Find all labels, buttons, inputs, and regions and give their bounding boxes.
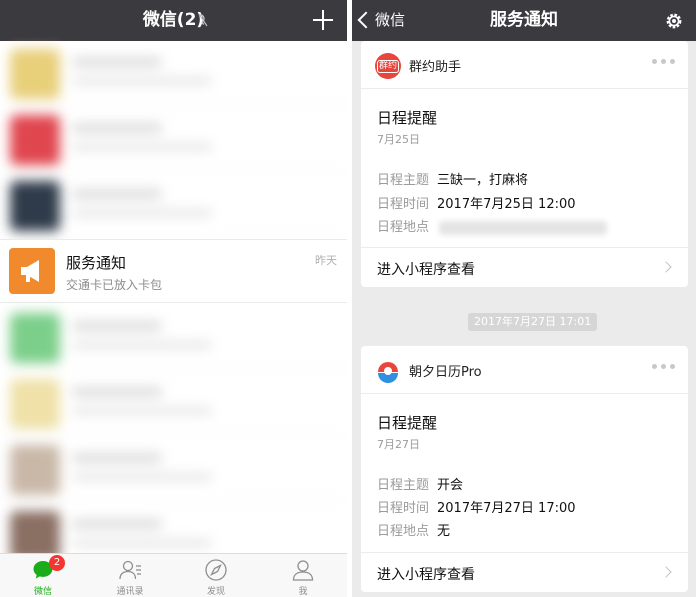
field-value: 2017年7月27日 17:00 [437, 501, 576, 516]
open-mini-program-button[interactable]: 进入小程序查看 [361, 552, 688, 592]
field-time: 日程时间 2017年7月27日 17:00 [377, 497, 576, 516]
chat-name [72, 321, 162, 331]
list-item[interactable] [0, 371, 347, 435]
notification-card: 朝夕日历Pro 日程提醒 7月27日 日程主题 开会 日程时间 2017年7月27日… [361, 346, 688, 592]
event-date: 7月25日 [377, 133, 420, 146]
app-name: 朝夕日历Pro [409, 365, 482, 380]
field-key: 日程地点 [377, 220, 430, 235]
notification-card: 群约 群约助手 日程提醒 7月25日 日程主题 三缺一，打麻将 日程时间 2017年… [361, 41, 688, 287]
app-name: 群约助手 [409, 60, 462, 75]
list-item[interactable] [0, 173, 347, 237]
top-nav-bar: 微信(2) [0, 0, 347, 41]
event-title: 日程提醒 [377, 414, 438, 432]
service-avatar [9, 248, 55, 294]
bottom-tab-bar: 2 微信 通讯录 发现 我 [0, 553, 347, 597]
card-header: 群约 群约助手 [361, 41, 688, 89]
field-subject: 日程主题 三缺一，打麻将 [377, 169, 528, 188]
tab-wechat[interactable]: 2 微信 [0, 554, 86, 597]
field-location: 日程地点无 [377, 520, 450, 539]
tab-label: 微信 [33, 587, 52, 597]
field-key: 日程时间 [377, 197, 430, 212]
event-date: 7月27日 [377, 438, 420, 451]
chat-name [72, 519, 162, 529]
field-key: 日程主题 [377, 478, 430, 493]
footer-label: 进入小程序查看 [377, 567, 475, 583]
app-logo-text: 群约 [376, 60, 399, 73]
field-location: 日程地点 [377, 216, 608, 235]
tab-label: 发现 [206, 587, 225, 597]
app-logo: 群约 [375, 53, 401, 79]
chat-list: 服务通知 交通卡已放入卡包 昨天 [0, 41, 347, 567]
field-value: 开会 [437, 478, 464, 493]
field-key: 日程时间 [377, 501, 430, 516]
chat-preview [72, 209, 212, 217]
tab-discover[interactable]: 发现 [173, 554, 259, 597]
gear-icon[interactable] [664, 11, 684, 31]
message-timestamp: 2017年7月27日 17:01 [468, 313, 598, 331]
more-icon[interactable] [652, 362, 676, 372]
chat-preview [72, 77, 212, 85]
app-logo [375, 358, 401, 384]
field-subject: 日程主题 开会 [377, 474, 463, 493]
footer-label: 进入小程序查看 [377, 262, 475, 278]
chat-preview [72, 143, 212, 151]
field-value: 三缺一，打麻将 [437, 173, 529, 188]
chat-name [72, 57, 162, 67]
service-notification-row[interactable]: 服务通知 交通卡已放入卡包 昨天 [0, 239, 347, 303]
profile-icon [292, 560, 314, 581]
chevron-right-icon [660, 566, 672, 578]
add-icon[interactable] [313, 10, 333, 30]
chat-name [72, 123, 162, 133]
contacts-icon [119, 560, 141, 580]
chat-preview [72, 473, 212, 481]
megaphone-icon [21, 260, 39, 282]
tab-me[interactable]: 我 [260, 554, 346, 597]
avatar [10, 445, 60, 495]
chat-name [72, 387, 162, 397]
wechat-chat-list-screen: 微信(2) 服务通知 交通卡已放入卡包 昨天 2 微信 通讯录 发现 我 [0, 0, 347, 597]
list-item[interactable] [0, 41, 347, 105]
event-title: 日程提醒 [377, 109, 438, 127]
chevron-right-icon [660, 261, 672, 273]
field-key: 日程主题 [377, 173, 430, 188]
service-time: 昨天 [315, 254, 337, 267]
chat-preview [72, 407, 212, 415]
page-title: 微信(2) [142, 10, 205, 30]
service-name: 服务通知 [66, 254, 127, 272]
top-nav-bar: 微信 服务通知 [352, 0, 696, 41]
chat-name [72, 453, 162, 463]
avatar [10, 379, 60, 429]
chat-preview [72, 341, 212, 349]
compass-icon [205, 559, 227, 581]
field-time: 日程时间 2017年7月25日 12:00 [377, 193, 576, 212]
list-item[interactable] [0, 107, 347, 171]
list-item[interactable] [0, 437, 347, 501]
field-value: 无 [437, 524, 451, 539]
field-key: 日程地点 [377, 524, 430, 539]
list-item[interactable] [0, 305, 347, 369]
more-icon[interactable] [652, 57, 676, 67]
tab-label: 通讯录 [116, 587, 144, 597]
mute-icon [198, 13, 208, 27]
card-header: 朝夕日历Pro [361, 346, 688, 394]
tab-label: 我 [298, 587, 308, 597]
page-title: 服务通知 [490, 10, 558, 30]
avatar [10, 313, 60, 363]
blurred-location [439, 220, 608, 235]
tab-contacts[interactable]: 通讯录 [87, 554, 173, 597]
service-preview: 交通卡已放入卡包 [66, 278, 163, 292]
avatar [10, 115, 60, 165]
avatar [10, 181, 60, 231]
avatar [10, 49, 60, 99]
chat-name [72, 189, 162, 199]
field-value: 2017年7月25日 12:00 [437, 197, 576, 212]
service-notification-screen: 微信 服务通知 群约 群约助手 日程提醒 7月25日 日程主题 三缺一，打麻将 日… [352, 0, 696, 597]
unread-badge: 2 [49, 555, 65, 571]
chat-preview [72, 539, 212, 547]
open-mini-program-button[interactable]: 进入小程序查看 [361, 247, 688, 287]
